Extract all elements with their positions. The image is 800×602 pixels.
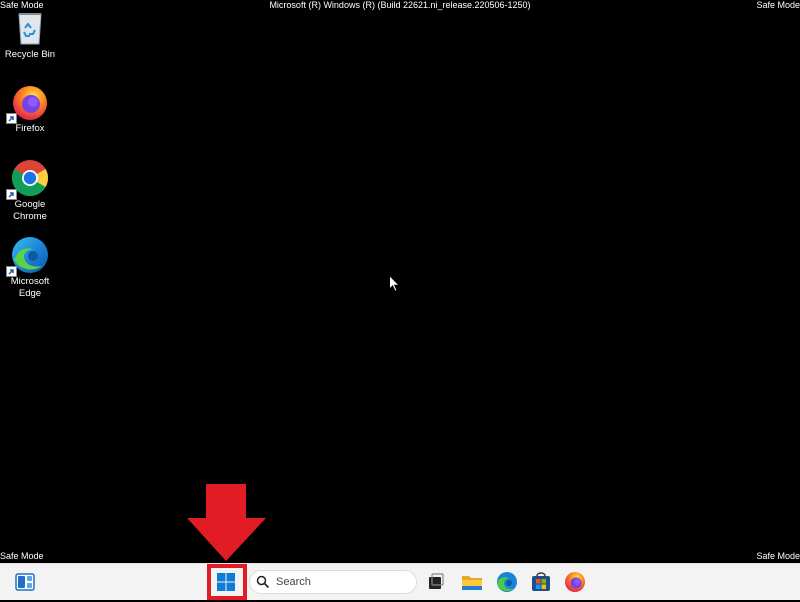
- edge-icon: [497, 572, 517, 592]
- firefox-icon: [565, 572, 585, 592]
- shortcut-arrow-icon: [6, 113, 17, 124]
- safe-mode-bottom-right: Safe Mode: [756, 551, 800, 561]
- firefox-taskbar-button[interactable]: [560, 567, 590, 597]
- edge-icon: [6, 235, 50, 277]
- chrome-icon: [6, 158, 50, 200]
- desktop-icon-recycle-bin[interactable]: Recycle Bin: [2, 8, 58, 61]
- recycle-bin-icon: [10, 8, 50, 48]
- widgets-button[interactable]: [10, 567, 40, 597]
- red-arrow-icon: [187, 484, 267, 567]
- desktop-icon-label: Microsoft Edge: [10, 276, 50, 299]
- shortcut-arrow-icon: [6, 189, 17, 200]
- taskbar: Search: [0, 563, 800, 600]
- safe-mode-top-right: Safe Mode: [756, 0, 800, 10]
- taskbar-search-box[interactable]: Search: [249, 570, 417, 594]
- desktop-icon-chrome[interactable]: Google Chrome: [2, 158, 58, 222]
- task-view-button[interactable]: [420, 567, 450, 597]
- desktop-icon-label: Google Chrome: [13, 199, 47, 222]
- desktop-icon-edge[interactable]: Microsoft Edge: [2, 235, 58, 299]
- widgets-icon: [15, 573, 35, 591]
- desktop-icon-label: Firefox: [15, 123, 45, 134]
- firefox-icon: [6, 82, 50, 124]
- task-view-icon: [429, 573, 444, 589]
- safe-mode-bottom-left: Safe Mode: [0, 551, 44, 561]
- microsoft-store-icon: [532, 572, 550, 591]
- build-title: Microsoft (R) Windows (R) (Build 22621.n…: [269, 0, 531, 10]
- file-explorer-icon: [462, 576, 482, 590]
- shortcut-arrow-icon: [6, 266, 17, 277]
- start-button-highlight: [207, 564, 247, 600]
- file-explorer-button[interactable]: [457, 567, 487, 597]
- edge-taskbar-button[interactable]: [492, 567, 522, 597]
- microsoft-store-button[interactable]: [526, 567, 556, 597]
- desktop-icon-firefox[interactable]: Firefox: [2, 82, 58, 135]
- search-label: Search: [276, 576, 311, 588]
- desktop-icon-label: Recycle Bin: [4, 49, 56, 60]
- search-icon: [256, 575, 270, 589]
- mouse-cursor-icon: [389, 274, 401, 297]
